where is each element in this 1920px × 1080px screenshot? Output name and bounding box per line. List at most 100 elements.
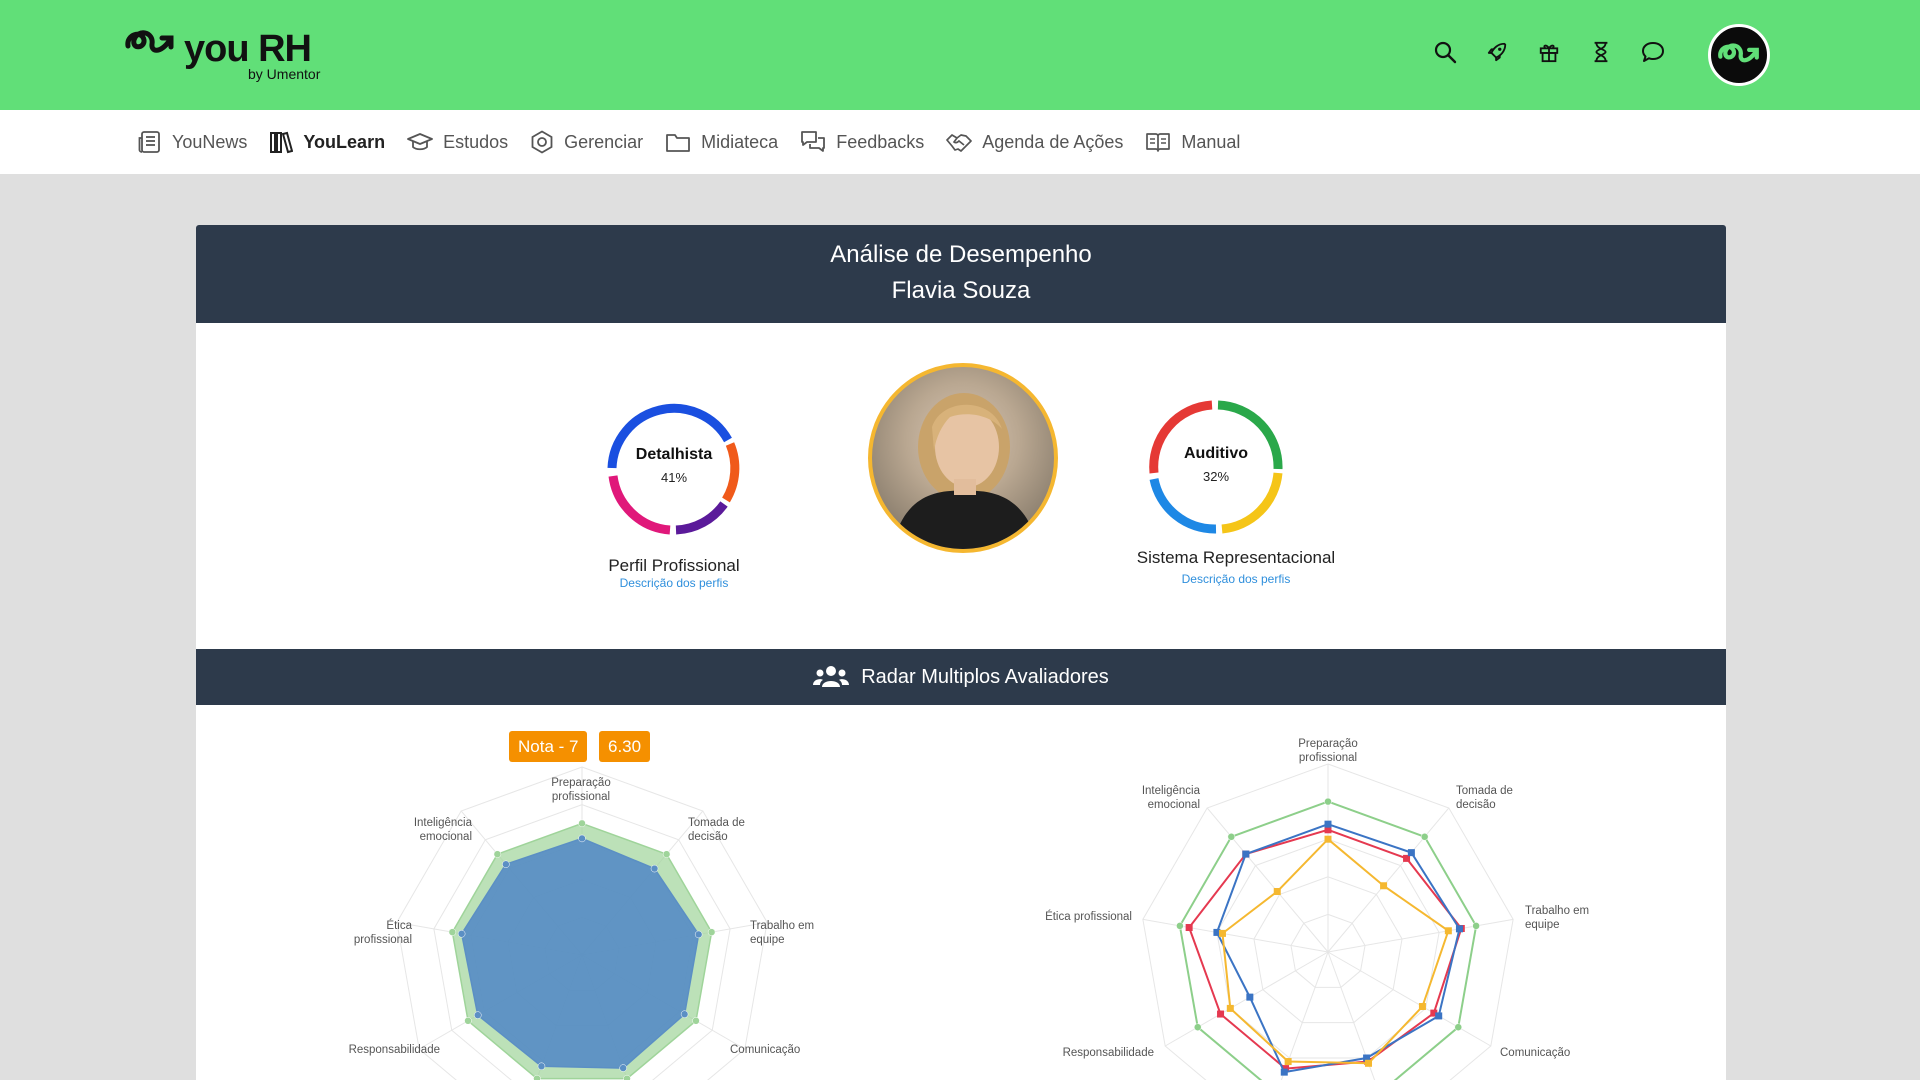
radar-point[interactable] bbox=[623, 1074, 631, 1080]
radar-point[interactable] bbox=[1418, 1003, 1426, 1011]
radar-point[interactable] bbox=[1472, 922, 1480, 930]
nav-item-label: YouLearn bbox=[303, 131, 386, 152]
radar-point[interactable] bbox=[1227, 833, 1236, 841]
nav-item-label: Gerenciar bbox=[564, 131, 644, 152]
radar-label-preparacao: Preparação profissional bbox=[1298, 738, 1358, 764]
radar-point[interactable] bbox=[533, 1074, 541, 1080]
radar-point[interactable] bbox=[1324, 797, 1332, 806]
radar-point[interactable] bbox=[1380, 882, 1388, 890]
radar-point[interactable] bbox=[464, 1017, 472, 1025]
newspaper-icon bbox=[138, 131, 160, 153]
radar-label-tomada: Tomada de decisão bbox=[688, 817, 745, 843]
brand-logo[interactable]: you RH by Umentor bbox=[124, 26, 344, 86]
radar-point[interactable] bbox=[1284, 1058, 1292, 1066]
employee-name: Flavia Souza bbox=[891, 277, 1031, 304]
brand-mark-icon bbox=[125, 30, 174, 53]
radar-point[interactable] bbox=[1420, 833, 1429, 841]
radar-point[interactable] bbox=[1454, 1023, 1463, 1031]
radar-point[interactable] bbox=[1365, 1059, 1373, 1067]
radar-point[interactable] bbox=[1324, 835, 1332, 843]
main-nav: YouNews YouLearn Estudos Gerenciar Midia… bbox=[0, 110, 1920, 174]
feedback-icon bbox=[801, 131, 826, 152]
radar-point[interactable] bbox=[662, 850, 671, 858]
radar-point[interactable] bbox=[537, 1062, 546, 1071]
nav-item-label: Midiateca bbox=[701, 131, 779, 152]
nav-item-gerenciar[interactable]: Gerenciar bbox=[530, 126, 643, 158]
representational-donut: Auditivo 32% bbox=[1146, 397, 1286, 537]
nav-item-younews[interactable]: YouNews bbox=[138, 126, 247, 158]
radar-label-etica: Ética profissional bbox=[1045, 911, 1132, 923]
radar-point[interactable] bbox=[1217, 1010, 1225, 1018]
profile-type: Detalhista bbox=[635, 446, 713, 463]
nav-item-label: Manual bbox=[1181, 131, 1241, 152]
radar-point[interactable] bbox=[578, 819, 586, 828]
employee-photo bbox=[868, 363, 1058, 553]
radar-label-tomada: Tomada de decisão bbox=[1456, 785, 1513, 811]
radar-point[interactable] bbox=[1218, 929, 1226, 937]
radar-series-area bbox=[1215, 823, 1461, 1074]
radar-point[interactable] bbox=[707, 928, 716, 936]
radar-point[interactable] bbox=[1176, 922, 1184, 930]
radar-point[interactable] bbox=[1185, 924, 1193, 932]
radar-axis bbox=[1327, 918, 1514, 953]
performance-header: Análise de Desempenho Flavia Souza bbox=[196, 225, 1726, 323]
nav-item-label: Agenda de Ações bbox=[982, 131, 1124, 152]
representational-donut-chart bbox=[1149, 400, 1283, 534]
profile-percent: 41% bbox=[660, 470, 688, 485]
radar-point[interactable] bbox=[650, 864, 659, 873]
radar-point[interactable] bbox=[1226, 1004, 1234, 1012]
handshake-icon bbox=[946, 134, 973, 152]
gift-icon[interactable] bbox=[1536, 38, 1562, 66]
radar-point[interactable] bbox=[680, 1010, 689, 1018]
books-icon bbox=[270, 131, 294, 154]
nav-item-estudos[interactable]: Estudos bbox=[407, 126, 508, 158]
radar-point[interactable] bbox=[578, 834, 586, 843]
donut-segment-purple bbox=[675, 501, 728, 535]
radar-point[interactable] bbox=[692, 1017, 700, 1025]
representational-description-link[interactable]: Descrição dos perfis bbox=[1106, 572, 1366, 586]
rocket-icon[interactable] bbox=[1484, 38, 1510, 66]
brand-mark-icon bbox=[1718, 43, 1759, 63]
brand-subtitle: by Umentor bbox=[248, 66, 321, 82]
radar-point[interactable] bbox=[1246, 993, 1254, 1001]
nav-item-agenda-de-acoes[interactable]: Agenda de Ações bbox=[946, 126, 1123, 158]
radar-label-inteligencia: Inteligência emocional bbox=[1141, 785, 1200, 811]
radar-point[interactable] bbox=[1193, 1023, 1202, 1031]
folder-icon bbox=[666, 134, 691, 152]
radar-point[interactable] bbox=[619, 1064, 627, 1072]
chat-icon[interactable] bbox=[1640, 38, 1666, 66]
radar-point[interactable] bbox=[493, 850, 502, 858]
nav-item-feedbacks[interactable]: Feedbacks bbox=[800, 126, 924, 158]
radar-point[interactable] bbox=[1324, 820, 1332, 828]
radar-point[interactable] bbox=[448, 928, 457, 936]
hourglass-icon[interactable] bbox=[1588, 38, 1614, 66]
radar-point[interactable] bbox=[502, 860, 510, 869]
nav-item-midiateca[interactable]: Midiateca bbox=[665, 126, 778, 158]
top-bar: you RH by Umentor bbox=[0, 0, 1920, 110]
nav-item-label: YouNews bbox=[172, 131, 248, 152]
nav-item-manual[interactable]: Manual bbox=[1145, 126, 1240, 158]
score-badge: 6.30 bbox=[599, 731, 651, 762]
nav-item-youlearn[interactable]: YouLearn bbox=[269, 126, 385, 158]
search-icon[interactable] bbox=[1432, 38, 1458, 66]
radar-point[interactable] bbox=[1273, 888, 1281, 896]
radar-point[interactable] bbox=[1242, 850, 1250, 858]
radar-point[interactable] bbox=[1435, 1012, 1443, 1020]
radar-point[interactable] bbox=[457, 930, 466, 938]
radar-point[interactable] bbox=[1455, 925, 1463, 933]
radar-point[interactable] bbox=[1280, 1068, 1288, 1076]
radar-point[interactable] bbox=[474, 1011, 482, 1019]
radar-label-inteligencia: Inteligência emocional bbox=[413, 817, 472, 843]
book-open-icon bbox=[1146, 133, 1171, 152]
nav-item-label: Feedbacks bbox=[836, 131, 925, 152]
radar-point[interactable] bbox=[694, 930, 703, 939]
user-avatar[interactable] bbox=[1708, 24, 1770, 86]
radar-charts bbox=[396, 763, 1514, 1080]
radar-point[interactable] bbox=[1444, 927, 1452, 935]
brand-name: you RH bbox=[184, 28, 312, 70]
radar-label-preparacao: Preparação profissional bbox=[551, 777, 611, 803]
profile-description-link[interactable]: Descrição dos perfis bbox=[574, 576, 774, 590]
hexagon-gear-icon bbox=[531, 130, 553, 154]
radar-title: Radar Multiplos Avaliadores bbox=[861, 665, 1109, 688]
radar-point[interactable] bbox=[1407, 849, 1415, 857]
